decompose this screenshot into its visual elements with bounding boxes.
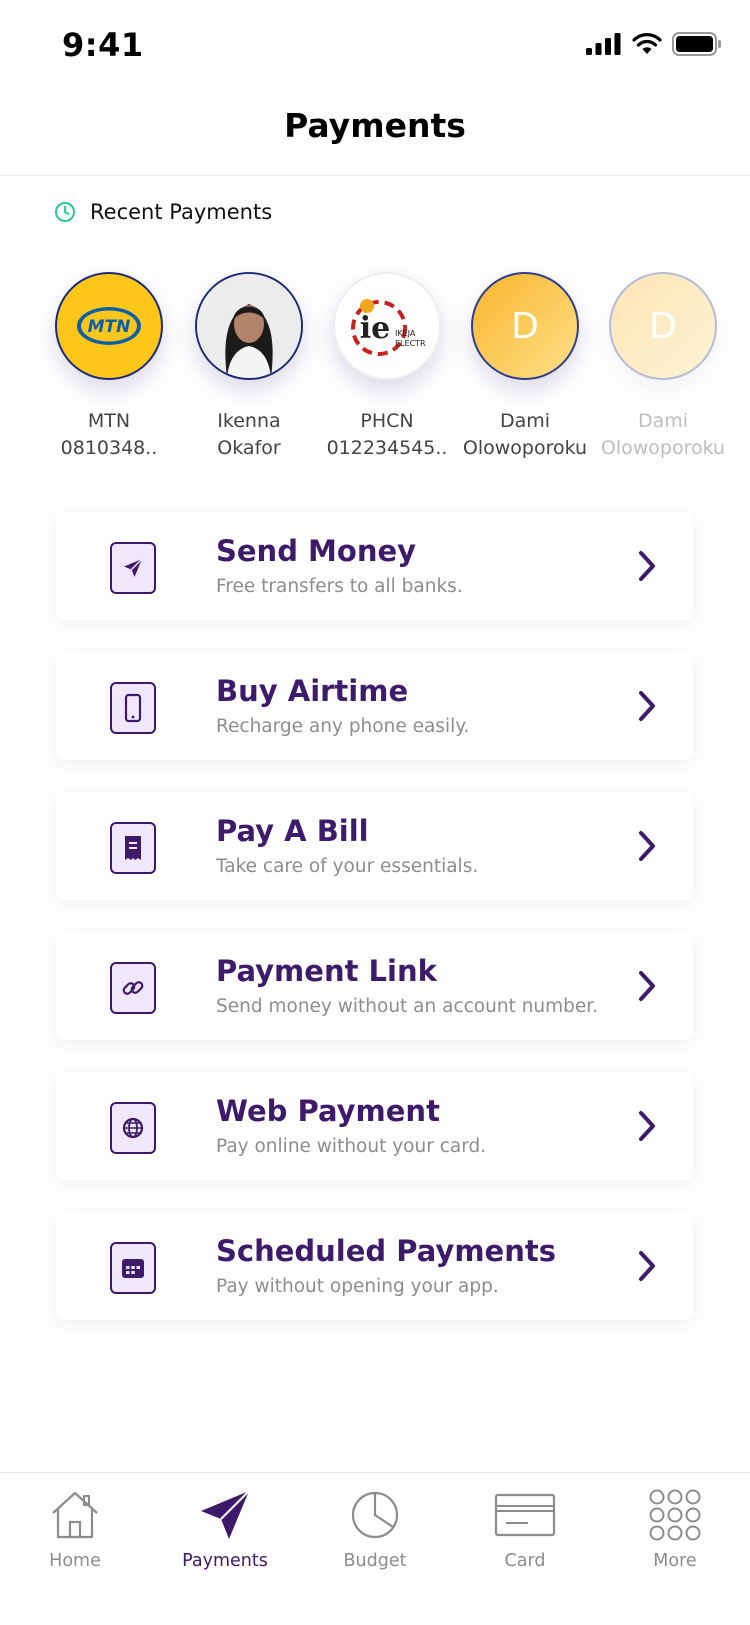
ikeja-electric-logo-icon: ie IKEJA ELECTR bbox=[351, 299, 426, 356]
card-title: Buy Airtime bbox=[216, 674, 409, 708]
recent-item-name: Dami bbox=[637, 410, 689, 432]
recent-item-phcn[interactable]: ie IKEJA ELECTR PHCN 012234545.. bbox=[317, 272, 457, 462]
recent-item-label: Dami Olowoporoku bbox=[455, 408, 595, 462]
tab-label: Payments bbox=[182, 1551, 268, 1571]
recent-item-mtn[interactable]: MTN MTN 0810348.. bbox=[39, 272, 179, 462]
card-icon bbox=[455, 1485, 595, 1545]
svg-text:MTN: MTN bbox=[88, 317, 131, 337]
recent-item-label: Dami Olowoporoku bbox=[593, 408, 733, 462]
tab-budget[interactable]: Budget bbox=[305, 1485, 445, 1571]
status-icons bbox=[586, 32, 722, 56]
wifi-icon bbox=[632, 33, 662, 54]
header-divider bbox=[0, 175, 750, 176]
card-subtitle: Take care of your essentials. bbox=[216, 856, 479, 877]
recent-item-surname: Okafor bbox=[217, 437, 281, 459]
recent-item-name: Ikenna bbox=[217, 410, 281, 432]
chevron-right-icon bbox=[639, 551, 655, 581]
letter-avatar: D bbox=[609, 272, 717, 380]
mtn-logo-icon: MTN bbox=[77, 307, 141, 345]
chevron-right-icon bbox=[639, 971, 655, 1001]
ikeja-electric-avatar: ie IKEJA ELECTR bbox=[333, 272, 441, 380]
mtn-logo-avatar: MTN bbox=[55, 272, 163, 380]
globe-icon bbox=[110, 1099, 161, 1154]
chevron-right-icon bbox=[639, 1111, 655, 1141]
recent-item-number: 012234545.. bbox=[326, 437, 448, 459]
svg-text:IKEJA: IKEJA bbox=[395, 329, 416, 338]
recent-item-name: PHCN bbox=[360, 410, 414, 432]
recent-item-name: MTN bbox=[87, 410, 131, 432]
card-subtitle: Pay online without your card. bbox=[216, 1136, 487, 1157]
recent-item-surname: Olowoporoku bbox=[600, 437, 726, 459]
card-title: Web Payment bbox=[216, 1094, 440, 1128]
card-subtitle: Free transfers to all banks. bbox=[216, 576, 463, 597]
tab-more[interactable]: More bbox=[605, 1485, 745, 1571]
svg-text:ELECTR: ELECTR bbox=[395, 339, 426, 348]
recent-item-surname: Olowoporoku bbox=[462, 437, 588, 459]
recent-item-label: MTN 0810348.. bbox=[39, 408, 179, 462]
tab-home[interactable]: Home bbox=[5, 1485, 145, 1571]
recent-item-ikenna[interactable]: Ikenna Okafor bbox=[179, 272, 319, 462]
battery-icon bbox=[672, 32, 721, 56]
buy-airtime-card[interactable]: Buy Airtime Recharge any phone easily. bbox=[56, 652, 693, 760]
phone-icon bbox=[110, 679, 161, 734]
recent-item-dami[interactable]: D Dami Olowoporoku bbox=[455, 272, 595, 462]
recent-payments-title: Recent Payments bbox=[90, 200, 273, 224]
card-title: Payment Link bbox=[216, 954, 437, 988]
pie-chart-icon bbox=[305, 1485, 445, 1545]
card-title: Scheduled Payments bbox=[216, 1234, 556, 1268]
card-subtitle: Send money without an account number. bbox=[216, 996, 599, 1017]
send-money-card[interactable]: Send Money Free transfers to all banks. bbox=[56, 512, 693, 620]
status-time: 9:41 bbox=[62, 26, 144, 64]
home-icon bbox=[5, 1485, 145, 1545]
letter-avatar: D bbox=[471, 272, 579, 380]
recent-item-label: Ikenna Okafor bbox=[179, 408, 319, 462]
link-icon bbox=[110, 959, 161, 1014]
clock-icon bbox=[55, 202, 75, 222]
recent-payments-list: MTN MTN 0810348.. Ikenna Okafor ie IKEJA… bbox=[0, 272, 750, 472]
calendar-icon bbox=[110, 1239, 161, 1294]
signal-icon bbox=[586, 33, 621, 55]
chevron-right-icon bbox=[639, 831, 655, 861]
tab-payments[interactable]: Payments bbox=[155, 1485, 295, 1571]
recent-item-label: PHCN 012234545.. bbox=[317, 408, 457, 462]
paper-plane-icon bbox=[155, 1485, 295, 1545]
card-subtitle: Recharge any phone easily. bbox=[216, 716, 470, 737]
chevron-right-icon bbox=[639, 1251, 655, 1281]
tab-label: Home bbox=[49, 1551, 101, 1571]
card-title: Send Money bbox=[216, 534, 417, 568]
tab-bar: Home Payments Budget Card More bbox=[0, 1472, 750, 1625]
web-payment-card[interactable]: Web Payment Pay online without your card… bbox=[56, 1072, 693, 1180]
card-title: Pay A Bill bbox=[216, 814, 369, 848]
payment-link-card[interactable]: Payment Link Send money without an accou… bbox=[56, 932, 693, 1040]
chevron-right-icon bbox=[639, 691, 655, 721]
receipt-icon bbox=[110, 819, 161, 874]
recent-item-dami-2[interactable]: D Dami Olowoporoku bbox=[593, 272, 733, 462]
contact-photo-avatar bbox=[195, 272, 303, 380]
recent-item-number: 0810348.. bbox=[60, 437, 158, 459]
status-bar: 9:41 bbox=[0, 0, 750, 90]
card-subtitle: Pay without opening your app. bbox=[216, 1276, 499, 1297]
pay-a-bill-card[interactable]: Pay A Bill Take care of your essentials. bbox=[56, 792, 693, 900]
logo-text: ie bbox=[360, 311, 390, 346]
recent-payments-header: Recent Payments bbox=[54, 200, 272, 224]
scheduled-payments-card[interactable]: Scheduled Payments Pay without opening y… bbox=[56, 1212, 693, 1320]
recent-item-name: Dami bbox=[499, 410, 551, 432]
avatar-initial: D bbox=[511, 305, 539, 347]
tab-label: Budget bbox=[343, 1551, 407, 1571]
person-photo-icon bbox=[197, 274, 301, 378]
send-icon bbox=[110, 539, 161, 594]
grid-icon bbox=[605, 1485, 745, 1545]
avatar-initial: D bbox=[649, 305, 677, 347]
page-title: Payments bbox=[284, 106, 466, 145]
tab-label: More bbox=[653, 1551, 697, 1571]
tab-card[interactable]: Card bbox=[455, 1485, 595, 1571]
tab-label: Card bbox=[504, 1551, 546, 1571]
